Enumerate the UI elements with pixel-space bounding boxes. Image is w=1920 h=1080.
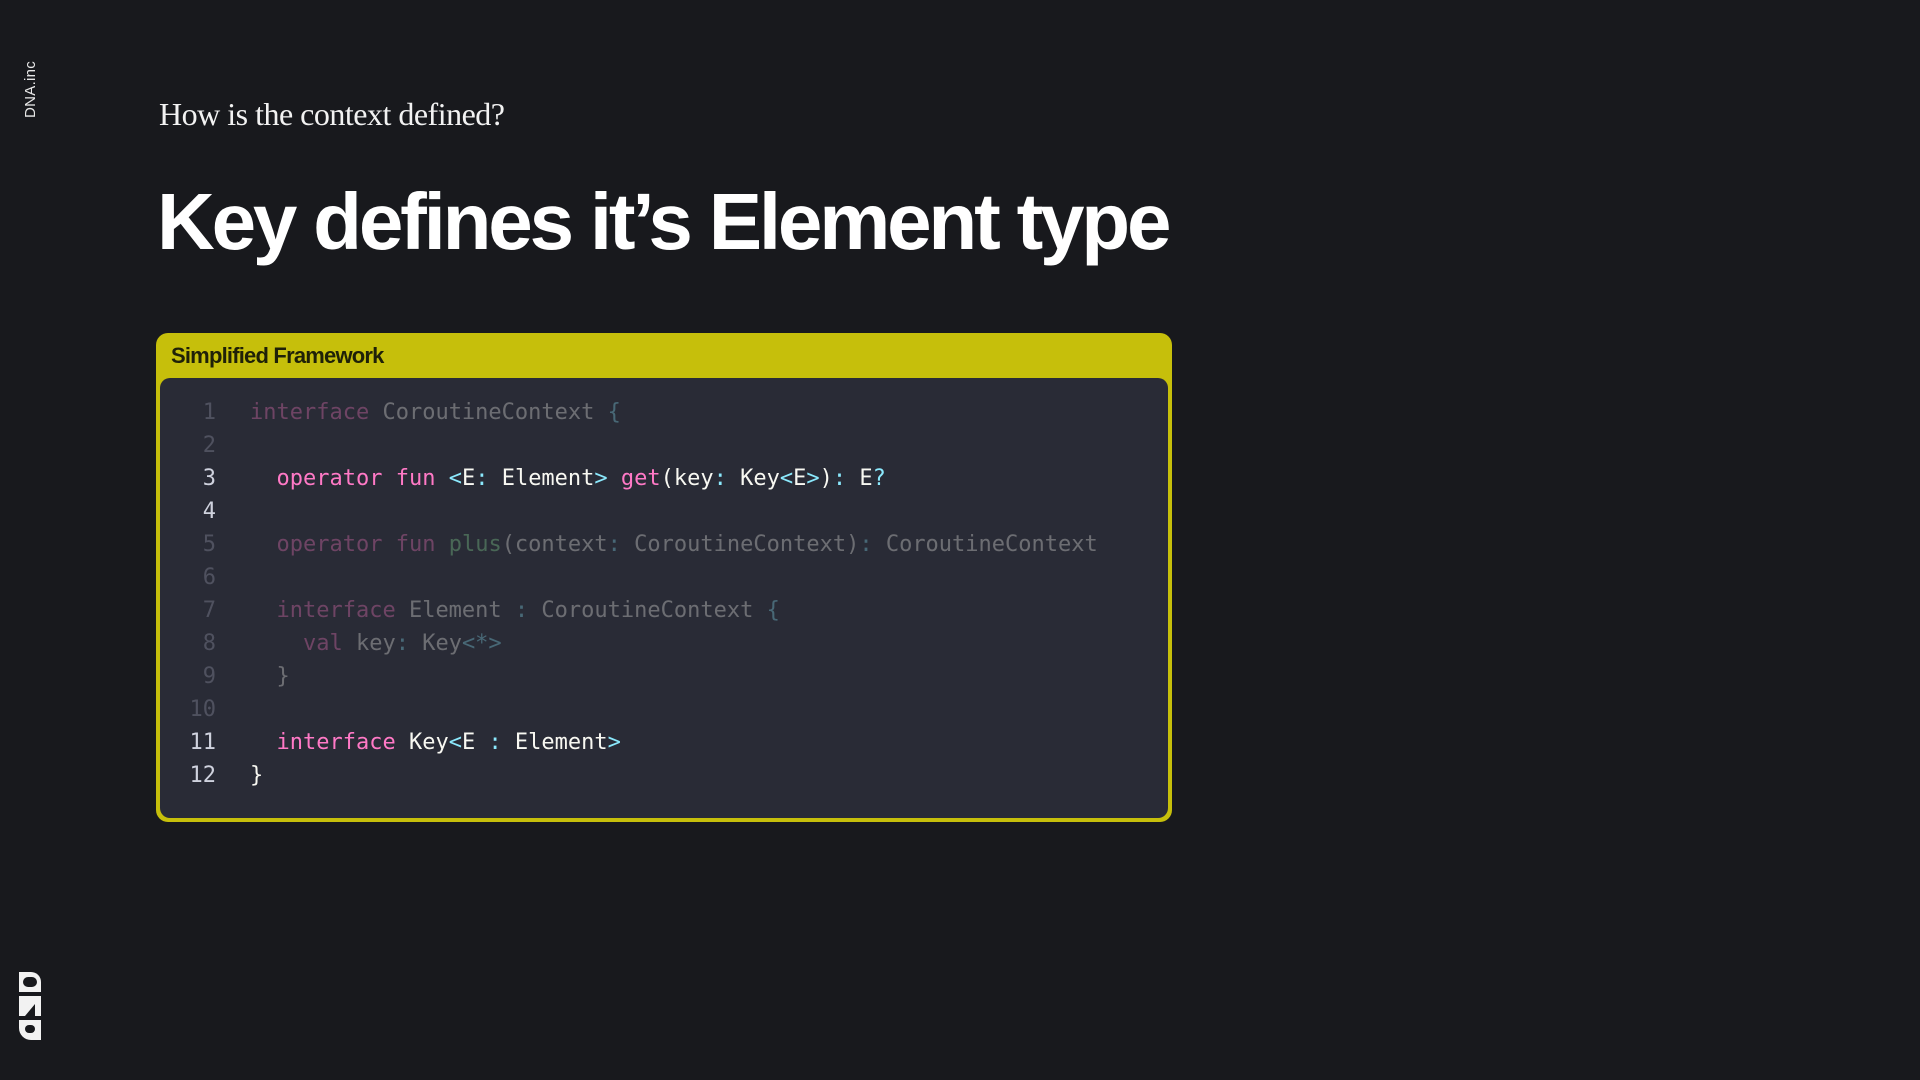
code-text: } <box>250 759 263 792</box>
code-token: : <box>832 466 847 491</box>
code-text: interface Key<E : Element> <box>250 726 621 759</box>
code-token: get <box>620 466 661 491</box>
dna-logo-icon <box>19 972 41 1040</box>
code-token: ? <box>872 466 886 491</box>
code-token: interface <box>250 598 396 623</box>
code-token: key <box>342 631 396 656</box>
code-line: 11 interface Key<E : Element> <box>160 726 1168 759</box>
code-token: fun <box>395 532 436 557</box>
code-text: val key: Key<*> <box>250 627 502 660</box>
code-token: CoroutineContext <box>872 532 1098 557</box>
line-number: 12 <box>189 763 217 788</box>
code-token: Element <box>488 466 595 491</box>
line-number: 4 <box>202 499 216 524</box>
code-token: : <box>859 532 873 557</box>
code-line: 2 <box>160 429 1168 462</box>
code-token: < <box>448 466 462 491</box>
line-number: 6 <box>202 565 216 590</box>
code-token: : <box>607 532 621 557</box>
code-line: 10 <box>160 693 1168 726</box>
code-token: { <box>766 598 780 623</box>
code-token: < <box>779 466 794 491</box>
code-token: E <box>461 730 489 755</box>
code-token: Element <box>395 598 515 623</box>
code-token: Element <box>501 730 608 755</box>
code-text: interface CoroutineContext { <box>250 396 621 429</box>
code-token: Key <box>726 466 780 491</box>
code-line: 4 <box>160 495 1168 528</box>
code-token: fun <box>395 466 436 491</box>
code-token: plus <box>448 532 502 557</box>
code-token: val <box>250 631 343 656</box>
code-token: } <box>250 664 290 689</box>
code-token: : <box>488 730 502 755</box>
code-line: 5 operator fun plus(context: CoroutineCo… <box>160 528 1168 561</box>
code-text: } <box>250 660 290 693</box>
code-line: 6 <box>160 561 1168 594</box>
code-token: (key <box>660 466 714 491</box>
line-number: 5 <box>202 532 216 557</box>
line-number: 8 <box>202 631 216 656</box>
code-panel: 1 interface CoroutineContext {2 3 operator… <box>160 378 1168 818</box>
code-token: < <box>448 730 462 755</box>
code-token: : <box>395 631 409 656</box>
code-line: 8 val key: Key<*> <box>160 627 1168 660</box>
code-line: 7 interface Element : CoroutineContext { <box>160 594 1168 627</box>
code-line: 9 } <box>160 660 1168 693</box>
code-text: interface Element : CoroutineContext { <box>250 594 780 627</box>
code-token: operator <box>250 532 383 557</box>
code-token: <*> <box>461 631 502 656</box>
code-token: : <box>475 466 489 491</box>
brand-name: DNA.inc <box>22 60 39 118</box>
code-text: operator fun <E: Element> get(key: Key<E… <box>250 462 886 495</box>
code-token: Key <box>395 730 449 755</box>
code-token: interface <box>250 730 396 755</box>
code-token: E <box>846 466 873 491</box>
code-token: > <box>594 466 608 491</box>
code-line: 3 operator fun <E: Element> get(key: Key… <box>160 462 1168 495</box>
code-token: CoroutineContext <box>528 598 767 623</box>
line-number: 9 <box>202 664 216 689</box>
code-block-frame: Simplified Framework 1 interface Coroutin… <box>156 333 1172 822</box>
code-token: operator <box>250 466 383 491</box>
code-token: Key <box>408 631 462 656</box>
code-token: ) <box>819 466 833 491</box>
line-number: 11 <box>189 730 217 755</box>
code-token: CoroutineContext <box>369 400 608 425</box>
code-token: > <box>806 466 820 491</box>
code-token: CoroutineContext) <box>620 532 860 557</box>
slide: DNA.inc How is the context defined? Key … <box>0 0 1920 1080</box>
code-token: : <box>514 598 529 623</box>
code-token: : <box>713 466 727 491</box>
slide-subtitle: How is the context defined? <box>159 96 505 132</box>
slide-title: Key defines it’s Element type <box>157 177 1171 266</box>
line-number: 7 <box>202 598 216 623</box>
line-number: 2 <box>202 433 216 458</box>
code-line: 1 interface CoroutineContext { <box>160 396 1168 429</box>
code-line: 12} <box>160 759 1168 792</box>
line-number: 10 <box>189 697 217 722</box>
code-token: (context <box>501 532 608 557</box>
code-token: } <box>250 763 264 788</box>
code-token: > <box>607 730 621 755</box>
line-number: 3 <box>202 466 216 491</box>
code-token: interface <box>250 400 370 425</box>
code-token: E <box>793 466 807 491</box>
line-number: 1 <box>202 400 216 425</box>
code-text: operator fun plus(context: CoroutineCont… <box>250 528 1098 561</box>
code-block-label: Simplified Framework <box>171 343 384 368</box>
code-token: { <box>607 400 621 425</box>
code-token: E <box>461 466 476 491</box>
